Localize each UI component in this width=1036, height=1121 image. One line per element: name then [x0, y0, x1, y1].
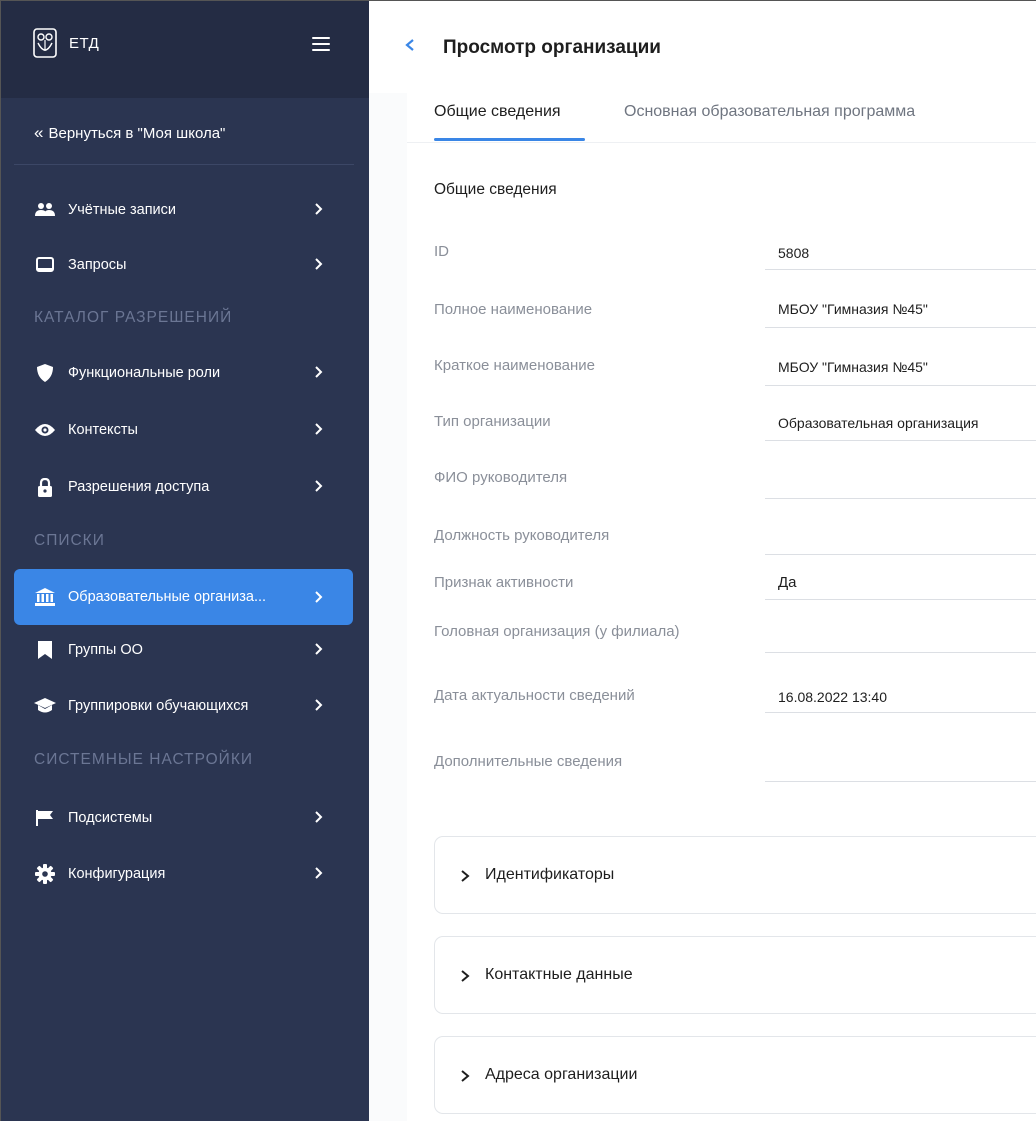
accordion-identifiers[interactable]: Идентификаторы: [434, 836, 1036, 914]
sidebar-header: ЕТД: [1, 1, 369, 98]
section-header-system-settings: СИСТЕМНЫЕ НАСТРОЙКИ: [34, 751, 253, 768]
inbox-icon: [34, 255, 56, 275]
bookmark-icon: [34, 640, 56, 660]
field-value: Да: [778, 574, 797, 591]
field-value: 16.08.2022 13:40: [778, 689, 887, 705]
field-underline: [765, 781, 1036, 782]
field-label: Полное наименование: [434, 301, 593, 318]
hamburger-menu-icon[interactable]: [312, 37, 330, 51]
chevron-right-icon: [461, 970, 470, 982]
chevron-right-icon: [461, 870, 470, 882]
chevron-left-icon[interactable]: [403, 34, 417, 56]
field-label: Признак активности: [434, 574, 574, 591]
field-label: Должность руководителя: [434, 527, 610, 544]
chevron-right-icon: [311, 476, 327, 496]
field-label: Краткое наименование: [434, 357, 595, 374]
field-value: Образовательная организация: [778, 415, 979, 431]
tabs-divider: [407, 142, 1036, 143]
field-underline: [765, 327, 1036, 328]
institution-icon: [34, 587, 56, 607]
sidebar-item-requests[interactable]: Запросы: [14, 242, 353, 288]
chevron-right-icon: [311, 587, 327, 607]
field-label: Дата актуальности сведений: [434, 687, 635, 704]
field-underline: [765, 385, 1036, 386]
accordion-title: Идентификаторы: [485, 866, 615, 883]
accordion-title: Контактные данные: [485, 966, 633, 983]
field-label: Тип организации: [434, 413, 551, 430]
chevron-right-icon: [311, 863, 327, 883]
chevron-right-icon: [311, 419, 327, 439]
field-underline: [765, 599, 1036, 600]
tab-general-info[interactable]: Общие сведения: [434, 103, 561, 121]
sidebar-item-accounts[interactable]: Учётные записи: [14, 187, 353, 233]
field-label: Головная организация (у филиала): [434, 623, 680, 640]
chevron-right-icon: [311, 639, 327, 659]
accordion-title: Адреса организации: [485, 1066, 638, 1083]
sidebar-item-oo-groups[interactable]: Группы ОО: [14, 627, 353, 673]
shield-icon: [34, 363, 56, 383]
field-underline: [765, 269, 1036, 270]
double-chevron-left-icon: «: [34, 123, 44, 142]
eye-icon: [34, 420, 56, 440]
field-value: МБОУ "Гимназия №45": [778, 301, 928, 317]
accordion-organization-addresses[interactable]: Адреса организации: [434, 1036, 1036, 1114]
main-area: Просмотр организации Общие сведения Осно…: [369, 1, 1036, 1121]
graduation-cap-icon: [34, 696, 56, 716]
field-underline: [765, 712, 1036, 713]
sidebar-item-subsystems[interactable]: Подсистемы: [14, 795, 353, 841]
tab-educational-program[interactable]: Основная образовательная программа: [624, 103, 915, 121]
sidebar: ЕТД « Вернуться в "Моя школа" Учётные за…: [1, 1, 369, 1121]
chevron-right-icon: [311, 254, 327, 274]
sidebar-item-configuration[interactable]: Конфигурация: [14, 851, 353, 897]
section-title: Общие сведения: [434, 181, 557, 198]
gear-icon: [34, 864, 56, 884]
lock-icon: [34, 477, 56, 497]
field-value: 5808: [778, 245, 810, 261]
page-title: Просмотр организации: [443, 37, 661, 58]
field-underline: [765, 440, 1036, 441]
field-label: ID: [434, 243, 449, 260]
chevron-right-icon: [311, 807, 327, 827]
accordion-contact-data[interactable]: Контактные данные: [434, 936, 1036, 1014]
sidebar-divider: [14, 164, 354, 165]
sidebar-item-student-groupings[interactable]: Группировки обучающихся: [14, 683, 353, 729]
field-underline: [765, 652, 1036, 653]
back-link-label: Вернуться в "Моя школа": [48, 124, 226, 142]
field-label: Дополнительные сведения: [434, 753, 623, 770]
sidebar-item-access-permissions[interactable]: Разрешения доступа: [14, 464, 353, 510]
chevron-right-icon: [311, 695, 327, 715]
back-to-school-link[interactable]: « Вернуться в "Моя школа": [34, 123, 225, 143]
chevron-right-icon: [311, 362, 327, 382]
chevron-right-icon: [461, 1070, 470, 1082]
chevron-right-icon: [311, 199, 327, 219]
field-underline: [765, 498, 1036, 499]
section-header-permissions: КАТАЛОГ РАЗРЕШЕНИЙ: [34, 309, 233, 326]
sidebar-item-contexts[interactable]: Контексты: [14, 407, 353, 453]
app-title: ЕТД: [69, 35, 100, 52]
users-icon: [34, 200, 56, 220]
content-panel: Общие сведения Основная образовательная …: [407, 93, 1036, 1121]
owl-logo-icon: [33, 28, 57, 58]
sidebar-item-educational-organizations[interactable]: Образовательные организа...: [14, 569, 353, 625]
section-header-lists: СПИСКИ: [34, 532, 105, 549]
active-tab-indicator: [434, 138, 585, 141]
field-label: ФИО руководителя: [434, 469, 568, 486]
field-underline: [765, 554, 1036, 555]
flag-icon: [34, 808, 56, 828]
field-value: МБОУ "Гимназия №45": [778, 359, 928, 375]
page-header: Просмотр организации: [369, 1, 1036, 93]
sidebar-item-functional-roles[interactable]: Функциональные роли: [14, 350, 353, 396]
